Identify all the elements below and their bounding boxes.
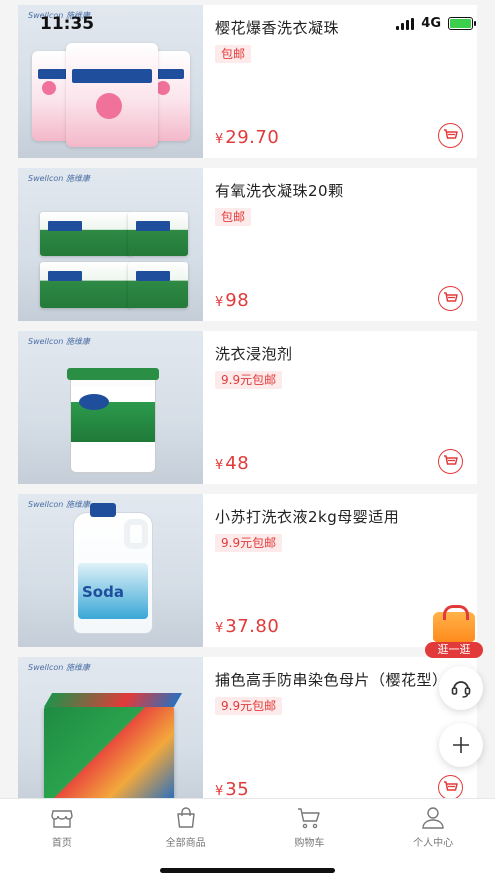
currency-symbol: ¥ — [215, 458, 224, 473]
brand-logo: Swellcon 施维康 — [28, 174, 90, 183]
brand-logo: Swellcon 施维康 — [28, 500, 90, 509]
product-card[interactable]: Swellcon 施维康 有氧洗衣凝珠20颗 包邮 ¥ 98 — [18, 168, 477, 321]
product-image[interactable]: Swellcon 施维康 — [18, 657, 203, 810]
status-time: 11:35 — [40, 14, 95, 34]
add-to-cart-button[interactable] — [438, 775, 463, 800]
product-image[interactable]: Swellcon 施维康 — [18, 331, 203, 484]
add-button[interactable] — [439, 723, 483, 767]
product-image[interactable]: Swellcon 施维康 — [18, 168, 203, 321]
browse-shop-button[interactable]: 逛一逛 — [425, 605, 483, 658]
shopping-bag-icon — [433, 605, 475, 642]
home-indicator[interactable] — [160, 868, 335, 873]
product-image[interactable]: Swellcon 施维康 Soda — [18, 494, 203, 647]
product-price: ¥ 98 — [215, 290, 249, 311]
price-value: 37.80 — [225, 616, 280, 637]
tab-label: 全部商品 — [165, 838, 206, 849]
price-value: 29.70 — [225, 127, 280, 148]
tab-home[interactable]: 首页 — [0, 799, 124, 881]
headset-icon — [451, 681, 471, 698]
plus-icon — [453, 737, 469, 753]
cart-icon — [444, 455, 458, 465]
price-value: 48 — [225, 453, 250, 474]
product-card[interactable]: Swellcon 施维康 Soda 小苏打洗衣液2kg母婴适用 9.9元包邮 ¥… — [18, 494, 477, 647]
tab-label: 首页 — [51, 838, 72, 849]
tab-label: 购物车 — [294, 838, 325, 849]
network-type: 4G — [421, 16, 441, 31]
bag-icon — [176, 807, 195, 828]
shipping-tag: 9.9元包邮 — [215, 697, 283, 715]
product-title[interactable]: 有氧洗衣凝珠20颗 — [215, 180, 465, 202]
product-info: 有氧洗衣凝珠20颗 包邮 ¥ 98 — [203, 168, 477, 321]
browse-label: 逛一逛 — [425, 642, 483, 658]
bottle-label: Soda — [82, 583, 124, 601]
product-card[interactable]: Swellcon 施维康 捕色高手防串染色母片（樱花型） 9.9元包邮 ¥ 35 — [18, 657, 477, 810]
status-bar: 11:35 4G — [0, 0, 495, 46]
shipping-tag: 9.9元包邮 — [215, 534, 283, 552]
brand-logo: Swellcon 施维康 — [28, 337, 90, 346]
currency-symbol: ¥ — [215, 295, 224, 310]
price-value: 35 — [225, 779, 250, 800]
cart-icon — [444, 129, 458, 139]
price-value: 98 — [225, 290, 250, 311]
product-info: 捕色高手防串染色母片（樱花型） 9.9元包邮 ¥ 35 — [203, 657, 477, 810]
product-title[interactable]: 小苏打洗衣液2kg母婴适用 — [215, 506, 465, 528]
store-icon — [51, 810, 73, 828]
cart-icon — [298, 808, 321, 829]
status-indicators: 4G — [396, 16, 476, 31]
product-title[interactable]: 洗衣浸泡剂 — [215, 343, 465, 365]
currency-symbol: ¥ — [215, 621, 224, 636]
tab-profile[interactable]: 个人中心 — [371, 799, 495, 881]
shipping-tag: 9.9元包邮 — [215, 371, 283, 389]
cart-icon — [444, 292, 458, 302]
add-to-cart-button[interactable] — [438, 286, 463, 311]
app-screen: 11:35 4G Swellcon 施维康 樱花爆香洗衣凝珠 包邮 ¥ 29.7… — [0, 0, 495, 881]
product-info: 洗衣浸泡剂 9.9元包邮 ¥ 48 — [203, 331, 477, 484]
currency-symbol: ¥ — [215, 784, 224, 799]
shipping-tag: 包邮 — [215, 45, 252, 63]
add-to-cart-button[interactable] — [438, 123, 463, 148]
product-title[interactable]: 捕色高手防串染色母片（樱花型） — [215, 669, 465, 691]
currency-symbol: ¥ — [215, 132, 224, 147]
product-price: ¥ 48 — [215, 453, 249, 474]
product-price: ¥ 37.80 — [215, 616, 279, 637]
battery-icon — [448, 17, 476, 30]
product-list[interactable]: Swellcon 施维康 樱花爆香洗衣凝珠 包邮 ¥ 29.70 Swellco… — [18, 5, 477, 820]
product-price: ¥ 35 — [215, 779, 249, 800]
product-price: ¥ 29.70 — [215, 127, 279, 148]
bottom-tab-bar: 首页 全部商品 购物车 个人中心 — [0, 798, 495, 881]
signal-icon — [396, 17, 415, 30]
shipping-tag: 包邮 — [215, 208, 252, 226]
add-to-cart-button[interactable] — [438, 449, 463, 474]
customer-service-button[interactable] — [439, 666, 483, 710]
tab-label: 个人中心 — [413, 838, 454, 849]
product-card[interactable]: Swellcon 施维康 洗衣浸泡剂 9.9元包邮 ¥ 48 — [18, 331, 477, 484]
brand-logo: Swellcon 施维康 — [28, 663, 90, 672]
user-icon — [422, 807, 444, 829]
cart-icon — [444, 781, 458, 791]
